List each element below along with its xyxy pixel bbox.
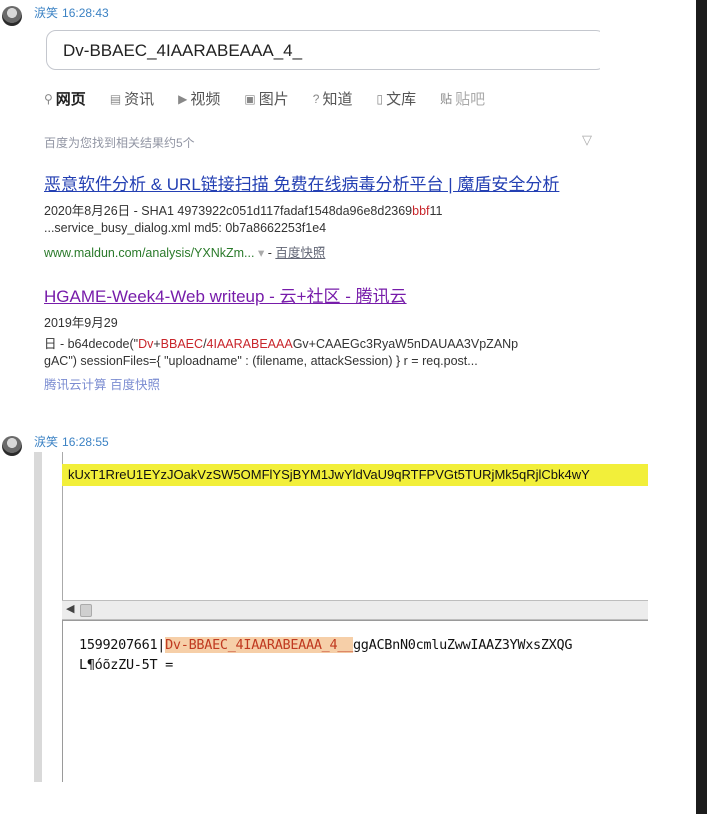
- decoded-line-1: 1599207661|Dv-BBAEC_4IAARABEAAA_4__ggACB…: [79, 637, 572, 653]
- search-tabs: ⚲ 网页 ▤ 资讯 ▶ 视频 ▣ 图片 ? 知道 ▯ 文库 贴贴吧: [44, 88, 509, 109]
- tab-label: 网页: [55, 91, 86, 108]
- decoded-text: ggACBnN0cmluZwwIAAZ3YWxsZXQG: [352, 637, 573, 653]
- result-footer: 腾讯云计算 百度快照: [44, 378, 160, 392]
- tab-label: 知道: [322, 91, 353, 108]
- scrollbar-thumb: [80, 604, 92, 617]
- tab-wenku: ▯ 文库: [376, 88, 416, 109]
- decoded-text: 1599207661|: [79, 637, 166, 653]
- result-snippet: gAC") sessionFiles={ "uploadname" : (fil…: [44, 354, 478, 368]
- sender-name[interactable]: 涙笑: [34, 435, 58, 449]
- filter-icon: ▽: [582, 132, 592, 147]
- result-title-1: 恶意软件分析 & URL链接扫描 免费在线病毒分析平台 | 魔盾安全分析: [44, 175, 560, 194]
- highlight-text: Dv: [138, 337, 154, 351]
- snippet-text: +: [153, 337, 161, 351]
- tab-image: ▣ 图片: [244, 88, 288, 109]
- sender-name[interactable]: 涙笑: [34, 6, 58, 20]
- highlight-text: BBAEC: [160, 337, 204, 351]
- result-snippet: 日 - b64decode("Dv+BBAEC/4IAARABEAAAGv+CA…: [44, 333, 518, 352]
- news-icon: ▤: [109, 91, 122, 106]
- snippet-text: 11: [429, 204, 443, 218]
- search-input: Dv-BBAEC_4IAARABEAAA_4_: [46, 30, 600, 70]
- image-icon: ▣: [244, 91, 256, 106]
- snippet-text: 日 - b64decode(": [44, 337, 139, 351]
- avatar[interactable]: [2, 436, 22, 456]
- tab-zhidao: ? 知道: [313, 88, 353, 109]
- tab-label: 视频: [190, 91, 221, 108]
- tab-label: 文库: [386, 91, 417, 108]
- chevron-down-icon: ▾: [257, 246, 265, 260]
- result-url-line: www.maldun.com/analysis/YXNkZm... ▾ - 百度…: [44, 246, 326, 260]
- message-time: 16:28:55: [62, 435, 109, 449]
- tab-tieba: 贴贴吧: [440, 88, 485, 109]
- result-snippet: ...service_busy_dialog.xml md5: 0b7a8662…: [44, 221, 327, 235]
- scroll-left-icon: ◀: [66, 603, 75, 615]
- question-icon: ?: [312, 91, 320, 106]
- highlight-text: bbf: [412, 204, 430, 218]
- highlighted-decoded-text: Dv-BBAEC_4IAARABEAAA_4__: [165, 637, 353, 653]
- tab-web: ⚲ 网页: [44, 88, 86, 109]
- message-header: 涙笑 16:28:55: [34, 433, 109, 450]
- decoded-line-2: L¶óõzZU-5T =: [79, 657, 173, 673]
- snippet-text: 2020年8月26日 - SHA1 4973922c051d117fadaf15…: [44, 204, 413, 218]
- tab-label: 贴吧: [455, 91, 486, 108]
- message-header: 涙笑 16:28:43: [34, 4, 109, 21]
- snippet-text: Gv+CAAEGc3RyaW5nDAUAA3VpZANp: [292, 337, 519, 351]
- background-window-edge: [696, 0, 707, 814]
- tab-label: 资讯: [124, 91, 155, 108]
- lower-pane: 1599207661|Dv-BBAEC_4IAARABEAAA_4__ggACB…: [62, 620, 648, 782]
- result-url: www.maldun.com/analysis/YXNkZm...: [44, 246, 255, 260]
- video-icon: ▶: [178, 91, 188, 106]
- doc-icon: ▯: [376, 91, 384, 106]
- result-title-2: HGAME-Week4-Web writeup - 云+社区 - 腾讯云: [44, 287, 407, 306]
- highlighted-encoded-text: kUxT1RreU1EYzJOakVzSW5OMFlYSjBYM1JwYldVa…: [62, 464, 648, 486]
- message-time: 16:28:43: [62, 6, 109, 20]
- cache-link: 百度快照: [275, 246, 326, 260]
- tab-news: ▤ 资讯: [110, 88, 154, 109]
- result-snippet: 2020年8月26日 - SHA1 4973922c051d117fadaf15…: [44, 200, 443, 219]
- search-icon: ⚲: [44, 91, 53, 106]
- tab-label: 图片: [258, 91, 289, 108]
- avatar[interactable]: [2, 6, 22, 26]
- horizontal-scrollbar: ◀: [62, 600, 648, 620]
- result-date: 2019年9月29: [44, 316, 118, 330]
- result-count: 百度为您找到相关结果约5个: [44, 136, 195, 150]
- highlight-text: 4IAARABEAAA: [206, 337, 293, 351]
- screenshot-image-baidu[interactable]: Dv-BBAEC_4IAARABEAAA_4_ ⚲ 网页 ▤ 资讯 ▶ 视频 ▣ 图片 …: [34, 22, 600, 392]
- tab-video: ▶ 视频: [178, 88, 220, 109]
- screenshot-image-hex-editor[interactable]: kUxT1RreU1EYzJOakVzSW5OMFlYSjBYM1JwYldVa…: [34, 452, 648, 782]
- tieba-icon: 贴: [440, 92, 453, 106]
